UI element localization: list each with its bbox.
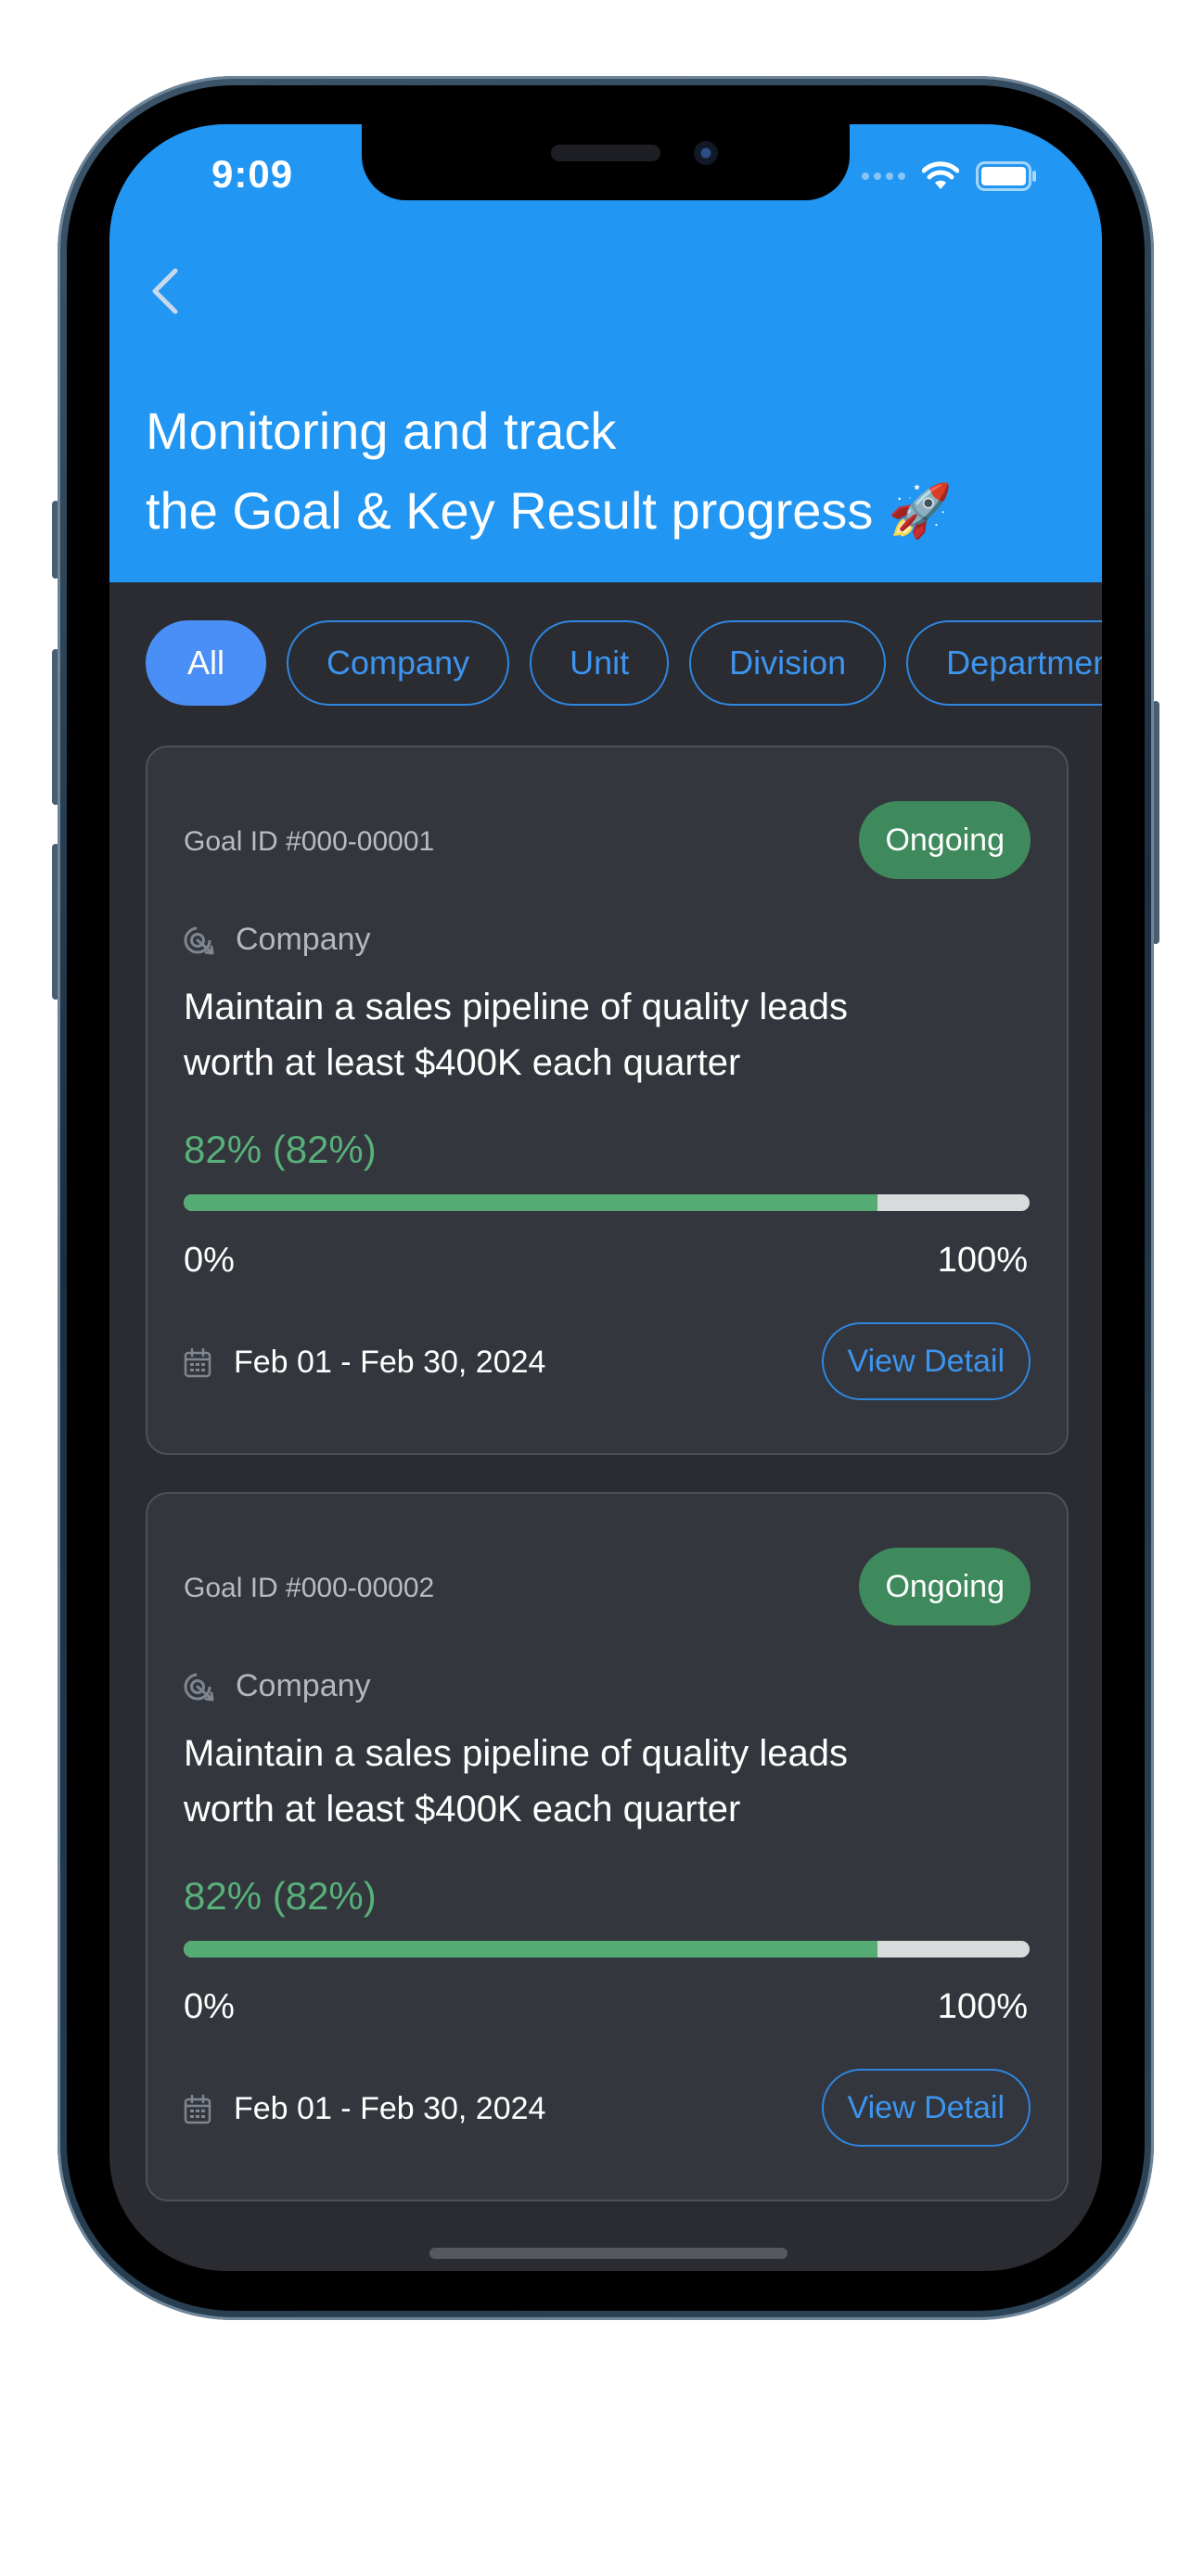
battery-icon: [976, 161, 1036, 191]
earpiece-speaker: [551, 145, 660, 161]
goal-id: Goal ID #000-00001: [184, 826, 435, 857]
progress-range-min: 0%: [184, 1241, 235, 1280]
filter-chips: All Company Unit Division Department: [146, 620, 1102, 708]
progress-bar: [184, 1941, 1030, 1958]
status-badge: Ongoing: [859, 1548, 1031, 1626]
progress-range-max: 100%: [937, 1987, 1028, 2026]
filter-chip-all[interactable]: All: [146, 620, 267, 706]
page-title-line-2: the Goal & Key Result progress 🚀: [146, 481, 953, 540]
wifi-icon: [922, 161, 959, 189]
calendar-icon: [184, 1347, 211, 1377]
filter-chip-department[interactable]: Department: [906, 620, 1102, 706]
progress-percentage: 82% (82%): [184, 1874, 377, 1918]
goal-title-line-1: Maintain a sales pipeline of quality lea…: [184, 987, 848, 1027]
goal-id: Goal ID #000-00002: [184, 1573, 435, 1603]
app-screen: 9:09 Monitoring and track the Goal & Key…: [109, 124, 1102, 2271]
progress-range-max: 100%: [937, 1241, 1028, 1280]
target-icon: [184, 1673, 214, 1701]
goal-date-range: Feb 01 - Feb 30, 2024: [234, 1345, 546, 1380]
goal-date-range: Feb 01 - Feb 30, 2024: [234, 2091, 546, 2126]
cellular-signal-icon: [862, 172, 905, 180]
goal-scope-label: Company: [236, 922, 371, 957]
progress-percentage: 82% (82%): [184, 1128, 377, 1171]
filter-chip-unit[interactable]: Unit: [530, 620, 670, 706]
goal-scope-label: Company: [236, 1668, 371, 1703]
filter-chip-company[interactable]: Company: [287, 620, 510, 706]
notch: [362, 124, 850, 200]
goal-title: Maintain a sales pipeline of quality lea…: [184, 1726, 1018, 1837]
home-indicator[interactable]: [429, 2248, 788, 2259]
view-detail-button[interactable]: View Detail: [821, 2069, 1031, 2147]
target-icon: [184, 926, 214, 954]
status-time: 9:09: [211, 152, 294, 196]
page-title-line-1: Monitoring and track: [146, 402, 617, 460]
goal-title-line-1: Maintain a sales pipeline of quality lea…: [184, 1733, 848, 1774]
progress-bar-fill: [184, 1941, 877, 1958]
progress-range-min: 0%: [184, 1987, 235, 2026]
calendar-icon: [184, 2094, 211, 2123]
view-detail-button[interactable]: View Detail: [821, 1322, 1031, 1400]
goal-date: Feb 01 - Feb 30, 2024: [184, 2091, 545, 2127]
status-badge: Ongoing: [859, 801, 1031, 879]
goal-scope: Company: [184, 922, 371, 958]
chevron-left-icon: [152, 268, 178, 314]
progress-bar-fill: [184, 1194, 877, 1211]
back-button[interactable]: [137, 263, 193, 319]
goal-card: Goal ID #000-00001 Ongoing Company Maint…: [146, 746, 1069, 1455]
goal-title: Maintain a sales pipeline of quality lea…: [184, 979, 1018, 1090]
page-title: Monitoring and track the Goal & Key Resu…: [146, 391, 1036, 551]
goal-card: Goal ID #000-00002 Ongoing Company Maint…: [146, 1492, 1069, 2201]
status-icons: [862, 159, 1037, 193]
goal-title-line-2: worth at least $400K each quarter: [184, 1789, 741, 1830]
front-camera: [694, 141, 718, 165]
progress-bar: [184, 1194, 1030, 1211]
goal-scope: Company: [184, 1668, 371, 1704]
goal-date: Feb 01 - Feb 30, 2024: [184, 1345, 545, 1381]
goal-title-line-2: worth at least $400K each quarter: [184, 1042, 741, 1083]
filter-chip-division[interactable]: Division: [689, 620, 887, 706]
